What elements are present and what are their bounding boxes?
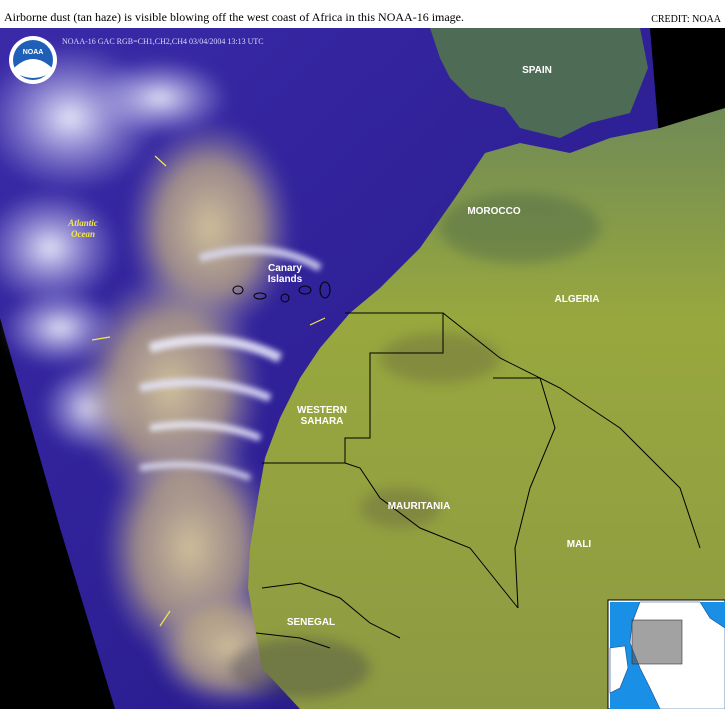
label-canary-line1: Canary [268, 263, 302, 274]
label-mali: MALI [567, 539, 592, 550]
label-morocco: MOROCCO [467, 206, 521, 217]
label-spain: SPAIN [522, 65, 552, 76]
satellite-image: NOAA NOAA-16 GAC RGB=CH1,CH2,CH4 03/04/2… [0, 28, 725, 709]
label-western-sahara-line2: SAHARA [301, 416, 344, 427]
satellite-stamp: NOAA-16 GAC RGB=CH1,CH2,CH4 03/04/2004 1… [62, 37, 264, 46]
label-atlantic-line1: Atlantic [67, 218, 98, 228]
caption-bar: Airborne dust (tan haze) is visible blow… [0, 0, 725, 28]
image-credit: CREDIT: NOAA [651, 14, 721, 25]
inset-locator-map [607, 599, 725, 709]
label-canary-line2: Islands [268, 274, 303, 285]
inset-image-footprint [631, 619, 683, 665]
label-mauritania: MAURITANIA [388, 501, 451, 512]
label-western-sahara-line1: WESTERN [297, 405, 347, 416]
image-caption: Airborne dust (tan haze) is visible blow… [4, 10, 465, 24]
label-atlantic-line2: Ocean [71, 229, 95, 239]
label-algeria: ALGERIA [555, 294, 600, 305]
noaa-logo: NOAA [9, 36, 57, 84]
label-senegal: SENEGAL [287, 617, 335, 628]
satellite-scene-svg: NOAA NOAA-16 GAC RGB=CH1,CH2,CH4 03/04/2… [0, 28, 725, 709]
noaa-logo-text: NOAA [23, 49, 44, 56]
